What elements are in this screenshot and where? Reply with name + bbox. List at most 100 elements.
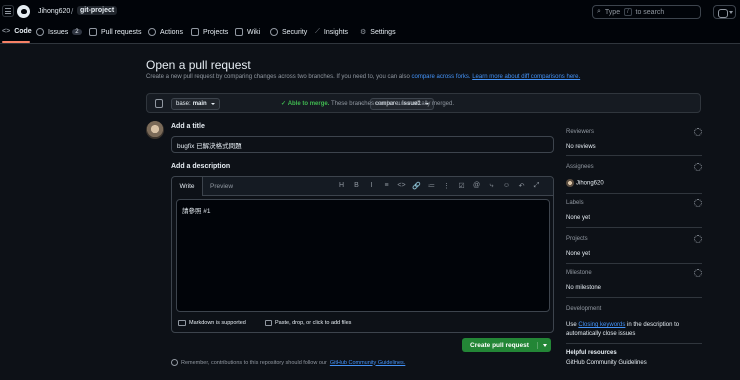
tab-wiki-label: Wiki bbox=[247, 28, 261, 36]
mention-icon[interactable]: @ bbox=[472, 182, 481, 190]
community-guidelines-link[interactable]: GitHub Community Guidelines bbox=[566, 360, 702, 366]
guidelines-text: Remember, contributions to this reposito… bbox=[181, 359, 327, 366]
milestone-heading: Milestone bbox=[566, 270, 592, 276]
tab-settings-label: Settings bbox=[370, 28, 396, 36]
task-list-icon[interactable]: ☑ bbox=[457, 182, 466, 190]
projects-heading: Projects bbox=[566, 236, 588, 242]
compare-forks-link[interactable]: compare across forks. bbox=[412, 74, 471, 80]
reviewers-value: No reviews bbox=[566, 144, 596, 150]
sidebar-development: Development Use Closing keywords in the … bbox=[566, 306, 702, 344]
base-label: base: bbox=[176, 101, 191, 107]
pull-request-icon bbox=[89, 28, 97, 36]
tab-code[interactable]: <> Code bbox=[2, 28, 32, 35]
tab-settings[interactable]: ⚙ Settings bbox=[360, 28, 396, 37]
markdown-note-text: Markdown is supported bbox=[189, 320, 246, 326]
reference-icon[interactable]: ⤷ bbox=[487, 182, 496, 190]
table-icon bbox=[191, 28, 199, 36]
graph-icon: ⟋ bbox=[315, 28, 320, 35]
repo-nav: <> Code Issues 2 Pull requests Actions P… bbox=[0, 24, 740, 44]
sidebar-reviewers: Reviewers No reviews bbox=[566, 128, 702, 156]
gear-icon[interactable] bbox=[694, 235, 702, 243]
search-input[interactable]: ⌕ Type / to search bbox=[592, 5, 701, 19]
numbered-list-icon[interactable]: ≔ bbox=[427, 182, 436, 190]
labels-heading: Labels bbox=[566, 200, 584, 206]
projects-value: None yet bbox=[566, 251, 591, 257]
create-button-label[interactable]: Create pull request bbox=[462, 341, 538, 349]
merge-status-desc: These branches can be automatically merg… bbox=[330, 101, 455, 107]
heading-icon[interactable]: H bbox=[337, 182, 346, 190]
sidebar-milestone: Milestone No milestone bbox=[566, 269, 702, 298]
base-branch-select[interactable]: base: main bbox=[171, 98, 220, 110]
divider bbox=[566, 155, 702, 156]
gear-icon[interactable] bbox=[694, 128, 702, 136]
gear-icon[interactable] bbox=[694, 163, 702, 171]
issues-count-badge: 2 bbox=[72, 29, 82, 35]
tab-projects-label: Projects bbox=[203, 28, 229, 36]
create-dropdown-button[interactable] bbox=[538, 343, 551, 347]
italic-icon[interactable]: I bbox=[367, 182, 376, 190]
assignee-name: Jihong620 bbox=[576, 180, 604, 187]
shield-icon bbox=[270, 28, 278, 36]
menu-icon[interactable] bbox=[2, 5, 14, 17]
description-label: Add a description bbox=[171, 163, 231, 170]
tab-pull-requests[interactable]: Pull requests bbox=[89, 28, 141, 36]
tab-wiki[interactable]: Wiki bbox=[235, 28, 260, 36]
bold-icon[interactable]: B bbox=[352, 182, 361, 190]
markdown-note[interactable]: Markdown is supported bbox=[178, 320, 246, 326]
quote-icon[interactable]: ≡ bbox=[382, 182, 391, 190]
sidebar-helpful: Helpful resources GitHub Community Guide… bbox=[566, 350, 702, 366]
chevron-down-icon bbox=[542, 343, 547, 347]
unordered-list-icon[interactable]: ⋮ bbox=[442, 182, 451, 190]
description-textarea[interactable]: 請參照 #1 bbox=[176, 199, 550, 312]
code-icon: <> bbox=[2, 28, 11, 35]
tab-insights[interactable]: ⟋ Insights bbox=[315, 28, 348, 36]
code-icon[interactable]: <> bbox=[397, 182, 406, 190]
tab-issues-label: Issues bbox=[48, 28, 69, 36]
emoji-icon[interactable]: ☺ bbox=[502, 182, 511, 190]
gear-icon[interactable] bbox=[694, 269, 702, 277]
owner-link[interactable]: Jihong620 bbox=[38, 8, 70, 15]
tab-actions[interactable]: Actions bbox=[148, 28, 183, 36]
issue-icon bbox=[36, 28, 44, 36]
guidelines-note: Remember, contributions to this reposito… bbox=[171, 359, 405, 366]
create-pull-request-button[interactable]: Create pull request bbox=[462, 338, 551, 352]
assignees-heading: Assignees bbox=[566, 164, 594, 170]
intro-text: Create a new pull request by comparing c… bbox=[146, 74, 410, 80]
merge-status-title: Able to merge. bbox=[287, 101, 330, 107]
github-logo-icon[interactable] bbox=[17, 5, 30, 18]
undo-icon[interactable]: ↶ bbox=[517, 182, 526, 190]
check-icon: ✓ bbox=[281, 101, 287, 107]
attach-files[interactable]: Paste, drop, or click to add files bbox=[265, 320, 351, 326]
description-editor: Write Preview H B I ≡ <> 🔗 ≔ ⋮ ☑ @ ⤷ ☺ ↶ ⤢ 請參照 #1 Mar… bbox=[171, 176, 554, 333]
tab-security[interactable]: Security bbox=[270, 28, 307, 36]
compare-bar: base: main ← compare: issue1 ✓ Able to m… bbox=[146, 93, 701, 113]
closing-keywords-link[interactable]: Closing keywords bbox=[578, 322, 625, 328]
tab-security-label: Security bbox=[282, 28, 308, 36]
tab-issues[interactable]: Issues 2 bbox=[36, 28, 82, 36]
top-header: Jihong620 / git-project ⌕ Type / to sear… bbox=[0, 0, 740, 24]
copilot-icon[interactable] bbox=[713, 5, 736, 19]
tab-projects[interactable]: Projects bbox=[191, 28, 228, 36]
search-shortcut: / bbox=[624, 8, 632, 16]
title-input[interactable]: bugfix 已解決格式問題 bbox=[171, 136, 554, 153]
divider bbox=[566, 263, 702, 264]
divider bbox=[566, 227, 702, 228]
attach-note-text: Paste, drop, or click to add files bbox=[275, 320, 352, 326]
base-value: main bbox=[192, 101, 207, 107]
avatar bbox=[566, 179, 574, 187]
tab-preview[interactable]: Preview bbox=[210, 183, 233, 190]
search-suffix: to search bbox=[635, 8, 665, 16]
tab-write[interactable]: Write bbox=[172, 177, 203, 196]
markdown-icon bbox=[178, 320, 186, 326]
assignee-entry[interactable]: Jihong620 bbox=[566, 179, 702, 187]
link-icon[interactable]: 🔗 bbox=[412, 182, 421, 190]
guidelines-link[interactable]: GitHub Community Guidelines. bbox=[330, 360, 406, 366]
learn-more-link[interactable]: Learn more about diff comparisons here. bbox=[472, 74, 580, 80]
page-intro: Create a new pull request by comparing c… bbox=[146, 74, 580, 80]
fullscreen-icon[interactable]: ⤢ bbox=[532, 182, 541, 190]
repo-link[interactable]: git-project bbox=[77, 6, 118, 15]
avatar[interactable] bbox=[146, 121, 164, 139]
editor-header: Write Preview H B I ≡ <> 🔗 ≔ ⋮ ☑ @ ⤷ ☺ ↶ ⤢ bbox=[172, 177, 553, 196]
info-icon bbox=[171, 359, 178, 366]
gear-icon[interactable] bbox=[694, 199, 702, 207]
